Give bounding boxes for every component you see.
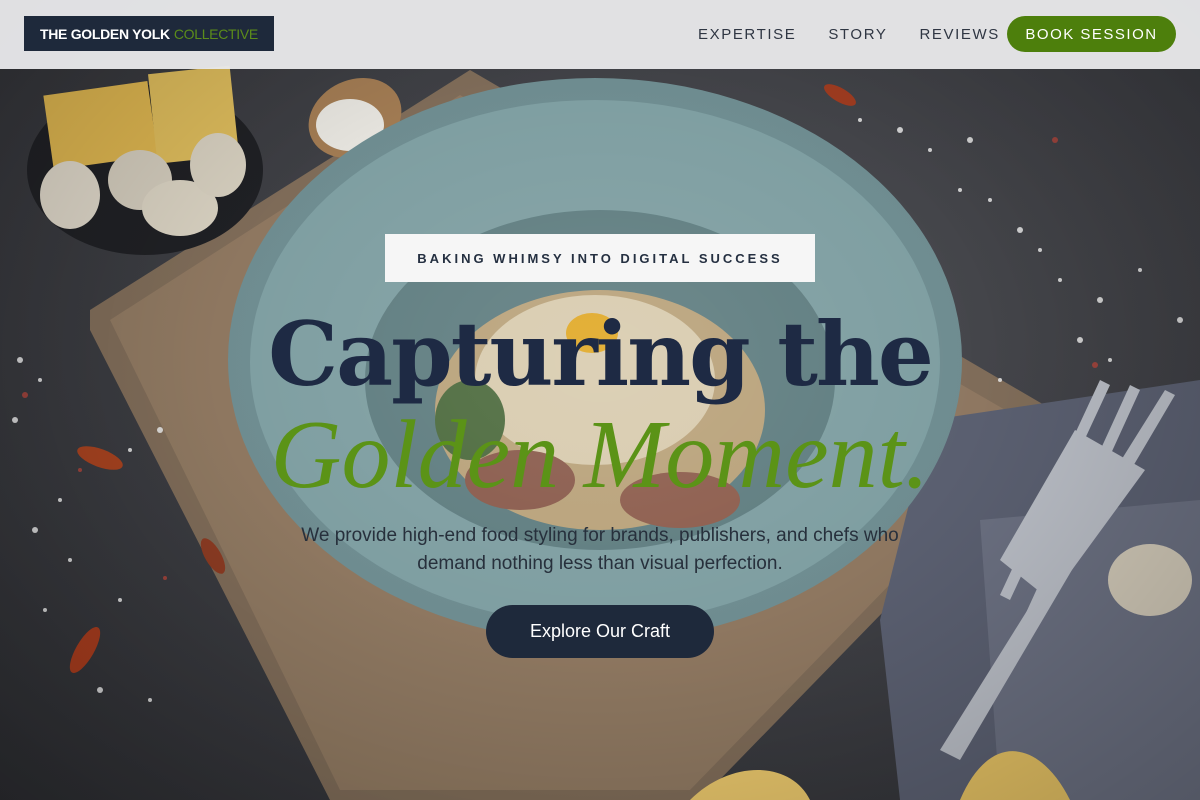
brand-name: THE GOLDEN YOLK [40,25,170,42]
hero-headline: Capturing the [268,302,934,406]
brand-logo[interactable]: THE GOLDEN YOLK COLLECTIVE [24,16,274,51]
hero-tagline: BAKING WHIMSY INTO DIGITAL SUCCESS [385,234,815,282]
hero-headline-accent: Golden Moment. [270,401,930,509]
nav-link-expertise[interactable]: EXPERTISE [698,26,796,43]
site-header: THE GOLDEN YOLK COLLECTIVE EXPERTISE STO… [0,0,1200,69]
hero-description: We provide high-end food styling for bra… [301,525,899,574]
brand-name-accent: COLLECTIVE [173,25,258,42]
nav-link-story[interactable]: STORY [828,26,887,43]
main-nav: EXPERTISE STORY REVIEWS [698,0,1032,69]
nav-link-reviews[interactable]: REVIEWS [919,26,999,43]
book-session-button[interactable]: BOOK SESSION [1007,16,1176,52]
explore-craft-button[interactable]: Explore Our Craft [486,605,714,658]
